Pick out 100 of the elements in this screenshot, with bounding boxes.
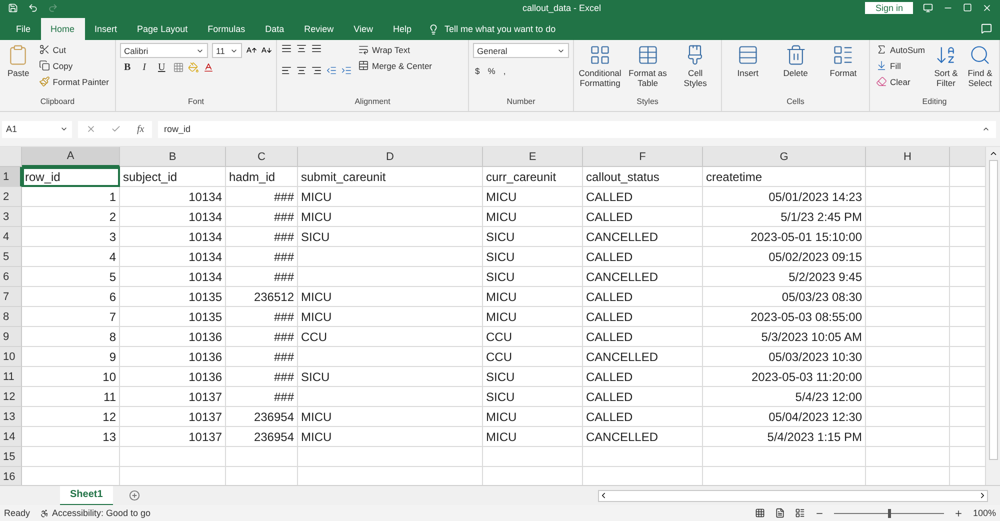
sheet-tab[interactable]: Sheet1 bbox=[60, 486, 113, 506]
italic-button[interactable]: I bbox=[138, 61, 150, 74]
font-size-select[interactable]: 11 bbox=[212, 43, 242, 58]
add-sheet-icon[interactable] bbox=[128, 490, 140, 501]
row-header[interactable]: 11 bbox=[0, 367, 22, 387]
collapse-icon[interactable] bbox=[982, 125, 990, 133]
clear-button[interactable]: Clear bbox=[874, 75, 927, 88]
accessibility-status[interactable]: Accessibility: Good to go bbox=[40, 508, 151, 518]
ribbon-tab[interactable]: Page Layout bbox=[127, 18, 198, 40]
borders-icon[interactable] bbox=[173, 62, 184, 73]
column-header[interactable]: B bbox=[120, 147, 226, 167]
number-format-button[interactable]: , bbox=[501, 65, 508, 77]
ribbon-button[interactable]: Format as Table bbox=[626, 43, 670, 97]
row-header[interactable]: 12 bbox=[0, 387, 22, 407]
name-box[interactable]: A1 bbox=[2, 120, 72, 138]
copy-button[interactable]: Copy bbox=[36, 59, 111, 72]
table-cell: ### bbox=[226, 347, 298, 367]
align-right-icon[interactable] bbox=[311, 65, 322, 76]
ribbon-button[interactable]: Conditional Formatting bbox=[578, 43, 622, 97]
row-header[interactable]: 1 bbox=[0, 167, 22, 187]
middle-align-icon[interactable] bbox=[296, 43, 307, 54]
align-center-icon[interactable] bbox=[296, 65, 307, 76]
underline-button[interactable]: U bbox=[154, 61, 170, 74]
insert-function-button[interactable]: fx bbox=[136, 124, 144, 134]
enter-icon[interactable] bbox=[111, 124, 122, 134]
ribbon-button[interactable]: Insert bbox=[726, 43, 770, 97]
ribbon-tab[interactable]: Home bbox=[40, 18, 85, 40]
autosum-button[interactable]: AutoSum bbox=[874, 43, 927, 56]
formula-field[interactable]: row_id bbox=[158, 120, 996, 138]
fill-button[interactable]: Fill bbox=[874, 59, 927, 72]
cut-button[interactable]: Cut bbox=[36, 43, 111, 56]
dropdown-icon[interactable] bbox=[60, 125, 68, 133]
format-painter-button[interactable]: Format Painter bbox=[36, 75, 111, 88]
merge-center-button[interactable]: Merge & Center bbox=[356, 59, 434, 72]
column-header[interactable]: E bbox=[483, 147, 583, 167]
column-header[interactable]: C bbox=[226, 147, 298, 167]
sign-in-button[interactable]: Sign in bbox=[865, 2, 913, 14]
row-header[interactable]: 15 bbox=[0, 447, 22, 467]
paste-button[interactable]: Paste bbox=[4, 43, 33, 97]
column-header[interactable]: F bbox=[583, 147, 703, 167]
cancel-icon[interactable] bbox=[86, 124, 96, 134]
row-header[interactable]: 16 bbox=[0, 467, 22, 485]
column-header[interactable]: D bbox=[298, 147, 483, 167]
number-format-button[interactable]: % bbox=[486, 65, 498, 77]
row-header[interactable]: 3 bbox=[0, 207, 22, 227]
ribbon-tab[interactable]: File bbox=[6, 18, 41, 40]
group-label: Cells bbox=[786, 97, 806, 108]
row-header[interactable]: 14 bbox=[0, 427, 22, 447]
row-header[interactable]: 9 bbox=[0, 327, 22, 347]
ribbon-tab[interactable]: Insert bbox=[84, 18, 128, 40]
find-select-button[interactable]: Find & Select bbox=[965, 43, 995, 97]
ribbon-display-icon[interactable] bbox=[923, 2, 933, 12]
number-format-select[interactable]: General bbox=[473, 43, 570, 58]
row-header[interactable]: 10 bbox=[0, 347, 22, 367]
ribbon-tab[interactable]: Formulas bbox=[198, 18, 256, 40]
table-cell: 9 bbox=[22, 347, 120, 367]
row-header[interactable]: 4 bbox=[0, 227, 22, 247]
ribbon-tab[interactable]: Review bbox=[294, 18, 344, 40]
page-break-icon[interactable] bbox=[794, 508, 805, 518]
column-header[interactable]: G bbox=[703, 147, 866, 167]
save-icon[interactable] bbox=[8, 2, 18, 12]
row-header[interactable]: 8 bbox=[0, 307, 22, 327]
row-header[interactable]: 7 bbox=[0, 287, 22, 307]
ribbon-tab[interactable]: Help bbox=[383, 18, 422, 40]
zoom-in-icon[interactable] bbox=[954, 508, 963, 518]
sort-filter-button[interactable]: Sort & Filter bbox=[931, 43, 961, 97]
restore-icon[interactable] bbox=[963, 3, 972, 12]
scroll-left-icon[interactable] bbox=[599, 491, 608, 500]
align-left-icon[interactable] bbox=[281, 65, 292, 76]
wrap-text-button[interactable]: Wrap Text bbox=[356, 43, 434, 56]
bottom-align-icon[interactable] bbox=[311, 43, 322, 54]
font-color-icon[interactable] bbox=[203, 62, 214, 73]
table-cell: 4 bbox=[22, 247, 120, 267]
scrollbar-thumb[interactable] bbox=[988, 160, 998, 460]
row-header[interactable]: 5 bbox=[0, 247, 22, 267]
row-header[interactable]: 6 bbox=[0, 267, 22, 287]
close-icon[interactable] bbox=[982, 2, 992, 12]
fill-color-icon[interactable] bbox=[188, 62, 200, 73]
number-format-button[interactable]: $ bbox=[473, 65, 482, 77]
comments-icon[interactable] bbox=[981, 23, 992, 34]
page-layout-icon[interactable] bbox=[774, 508, 785, 518]
font-name-select[interactable]: Calibri bbox=[120, 43, 208, 58]
ribbon-button[interactable]: Cell Styles bbox=[674, 43, 718, 97]
undo-icon[interactable] bbox=[28, 2, 38, 12]
ribbon-button[interactable]: Delete bbox=[774, 43, 818, 97]
normal-view-icon[interactable] bbox=[754, 508, 765, 518]
scroll-up-icon[interactable] bbox=[988, 149, 998, 158]
ribbon-button[interactable]: Format bbox=[821, 43, 866, 97]
column-header[interactable]: H bbox=[866, 147, 950, 167]
tell-me-field[interactable]: Tell me what you want to do bbox=[428, 18, 556, 40]
column-header[interactable]: A bbox=[22, 147, 120, 167]
ribbon-tab[interactable]: View bbox=[344, 18, 383, 40]
row-header[interactable]: 13 bbox=[0, 407, 22, 427]
decrease-indent-icon[interactable] bbox=[326, 65, 337, 76]
increase-indent-icon[interactable] bbox=[341, 65, 352, 76]
bold-button[interactable]: B bbox=[120, 61, 135, 74]
ribbon-tab[interactable]: Data bbox=[255, 18, 294, 40]
scroll-right-icon[interactable] bbox=[978, 491, 987, 500]
row-header[interactable]: 2 bbox=[0, 187, 22, 207]
top-align-icon[interactable] bbox=[281, 43, 292, 54]
